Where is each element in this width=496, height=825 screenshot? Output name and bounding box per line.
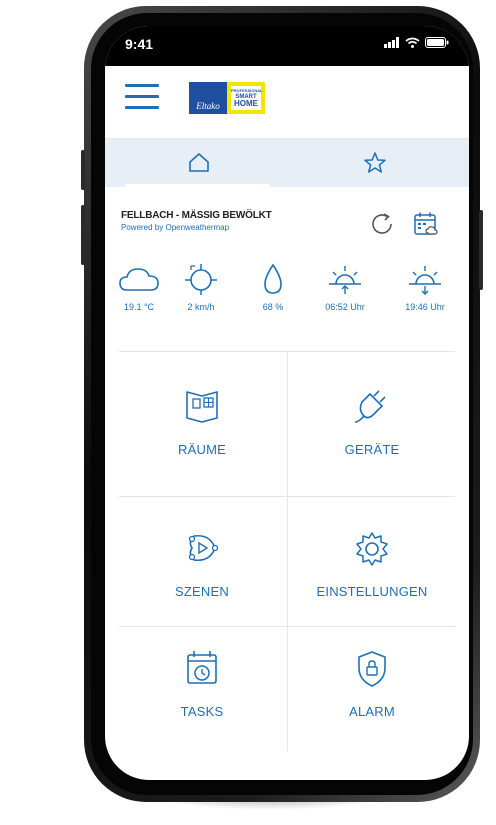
- tile-alarm[interactable]: ALARM: [287, 648, 457, 719]
- wind-compass-icon: [185, 264, 217, 295]
- menu-button[interactable]: [125, 84, 159, 110]
- tile-label-raeume: RÄUME: [178, 442, 226, 457]
- phone-side-button: [81, 150, 85, 190]
- rooms-icon: [186, 391, 218, 423]
- calendar-clock-icon: [187, 651, 217, 684]
- temperature-value: 19.1 °C: [123, 302, 155, 312]
- forecast-button[interactable]: [411, 209, 441, 239]
- gear-icon: [356, 532, 388, 566]
- sunset-value: 19:46 Uhr: [405, 302, 445, 312]
- cloud-icon: [119, 268, 159, 291]
- weather-wind: 2 km/h: [171, 262, 231, 312]
- humidity-value: 68 %: [262, 302, 284, 312]
- logo-badge-text: PROFESSIONAL SMART HOME: [231, 86, 263, 110]
- app-screen: 9:41 Eltako PROFESSIONAL SMART HOME FELL…: [105, 26, 469, 780]
- tile-raeume[interactable]: RÄUME: [117, 386, 287, 457]
- battery-icon: [425, 37, 449, 48]
- notch: [215, 26, 365, 54]
- badge-line: HOME: [234, 99, 258, 108]
- logo-badge: PROFESSIONAL SMART HOME: [227, 82, 265, 114]
- refresh-button[interactable]: [367, 209, 397, 239]
- tab-bar: [105, 139, 469, 187]
- tile-einstellungen[interactable]: EINSTELLUNGEN: [287, 528, 457, 599]
- sunset-icon: [409, 266, 441, 295]
- tile-label-einstellungen: EINSTELLUNGEN: [316, 584, 428, 599]
- weather-temperature: 19.1 °C: [109, 262, 169, 312]
- tile-geraete[interactable]: GERÄTE: [287, 386, 457, 457]
- app-header: Eltako PROFESSIONAL SMART HOME: [105, 66, 469, 139]
- phone-power-button: [479, 210, 483, 290]
- tile-tasks[interactable]: TASKS: [117, 648, 287, 719]
- tile-label-szenen: SZENEN: [175, 584, 229, 599]
- weather-sunrise: 06:52 Uhr: [315, 262, 375, 312]
- menu-line: [125, 95, 159, 98]
- refresh-icon: [372, 213, 392, 234]
- sunrise-icon: [329, 266, 361, 294]
- weather-location: FELLBACH - MÄSSIG BEWÖLKT: [121, 210, 272, 221]
- brand-logo: Eltako PROFESSIONAL SMART HOME: [189, 82, 265, 114]
- status-time: 9:41: [125, 36, 154, 52]
- wifi-icon: [405, 37, 420, 48]
- star-icon: [364, 152, 386, 173]
- active-tab-indicator: [125, 184, 270, 187]
- menu-line: [125, 106, 159, 109]
- tab-home[interactable]: [185, 149, 213, 177]
- tile-label-tasks: TASKS: [180, 704, 224, 719]
- weather-sunset: 19:46 Uhr: [395, 262, 455, 312]
- menu-line: [125, 84, 159, 87]
- home-icon: [189, 153, 209, 172]
- phone-volume-button: [81, 205, 85, 265]
- status-icons: [384, 37, 449, 48]
- sunrise-value: 06:52 Uhr: [325, 302, 365, 312]
- tab-favorites[interactable]: [361, 149, 389, 177]
- weather-source: Powered by Openweathermap: [121, 223, 230, 232]
- status-bar: 9:41: [105, 26, 469, 66]
- humidity-drop-icon: [264, 263, 282, 294]
- weather-humidity: 68 %: [243, 262, 303, 312]
- logo-eltako: Eltako: [189, 82, 227, 114]
- wind-value: 2 km/h: [187, 302, 215, 312]
- tile-szenen[interactable]: SZENEN: [117, 528, 287, 599]
- signal-icon: [384, 37, 399, 48]
- tile-label-alarm: ALARM: [349, 704, 395, 719]
- plug-icon: [354, 390, 386, 423]
- calendar-weather-icon: [414, 212, 438, 235]
- scenes-icon: [188, 534, 219, 562]
- shield-lock-icon: [358, 651, 386, 687]
- tile-label-geraete: GERÄTE: [344, 442, 400, 457]
